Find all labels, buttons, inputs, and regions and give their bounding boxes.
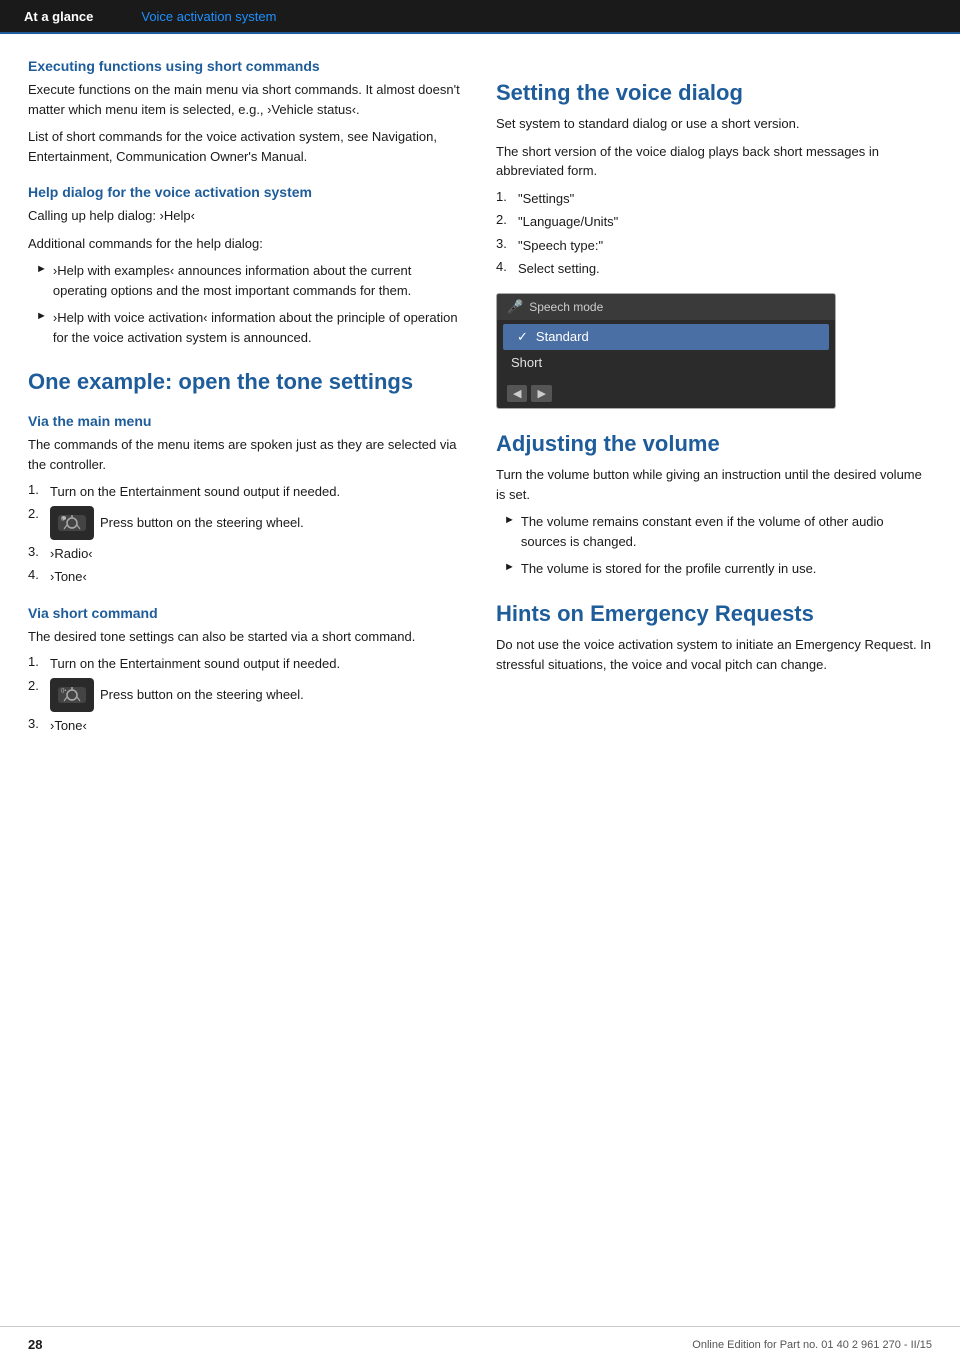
speech-mode-screenshot: 🎤 Speech mode ✓ Standard Short ◀ ▶ xyxy=(496,293,836,409)
help-bullet-2: ► ›Help with voice activation‹ informati… xyxy=(28,308,464,347)
main-step-1: 1. Turn on the Entertainment sound outpu… xyxy=(28,482,464,502)
main-step-1-num: 1. xyxy=(28,482,50,497)
short-step-3-text: ›Tone‹ xyxy=(50,716,87,736)
tab-voice-activation-system[interactable]: Voice activation system xyxy=(117,0,300,32)
left-column: Executing functions using short commands… xyxy=(28,58,464,743)
short-step-2-content: ((• Press button on the steering wheel. xyxy=(50,678,304,712)
executing-heading: Executing functions using short commands xyxy=(28,58,464,74)
help-dialog-p2: Additional commands for the help dialog: xyxy=(28,234,464,254)
check-icon: ✓ xyxy=(517,329,528,345)
speech-mode-short-label: Short xyxy=(511,355,542,370)
executing-p2: List of short commands for the voice act… xyxy=(28,127,464,166)
nav-left-button[interactable]: ◀ xyxy=(507,385,527,402)
volume-bullet-2: ► The volume is stored for the profile c… xyxy=(496,559,932,579)
main-step-3-text: ›Radio‹ xyxy=(50,544,93,564)
main-step-4-num: 4. xyxy=(28,567,50,582)
page-content: Executing functions using short commands… xyxy=(0,34,960,803)
main-step-2-content: ((• Press button on the steering wheel. xyxy=(50,506,304,540)
page-number: 28 xyxy=(28,1337,42,1352)
help-bullet-1: ► ›Help with examples‹ announces informa… xyxy=(28,261,464,300)
setting-voice-p1: Set system to standard dialog or use a s… xyxy=(496,114,932,134)
hints-p: Do not use the voice activation system t… xyxy=(496,635,932,674)
main-menu-steps: 1. Turn on the Entertainment sound outpu… xyxy=(28,482,464,587)
setting-step-4: 4. Select setting. xyxy=(496,259,932,279)
via-main-menu-heading: Via the main menu xyxy=(28,413,464,429)
short-step-2-num: 2. xyxy=(28,678,50,693)
setting-step-2: 2. "Language/Units" xyxy=(496,212,932,232)
svg-text:((•: ((• xyxy=(61,516,66,522)
setting-voice-heading: Setting the voice dialog xyxy=(496,80,932,106)
adjusting-volume-p: Turn the volume button while giving an i… xyxy=(496,465,932,504)
steering-wheel-icon: ((• xyxy=(50,506,94,540)
speech-mode-controls: ◀ ▶ xyxy=(497,379,835,408)
setting-steps: 1. "Settings" 2. "Language/Units" 3. "Sp… xyxy=(496,189,932,279)
via-short-command-heading: Via short command xyxy=(28,605,464,621)
main-step-3: 3. ›Radio‹ xyxy=(28,544,464,564)
bullet-arrow-1: ► xyxy=(36,263,47,275)
via-short-command-p: The desired tone settings can also be st… xyxy=(28,627,464,647)
setting-step-3-text: "Speech type:" xyxy=(518,236,603,256)
help-dialog-p1: Calling up help dialog: ›Help‹ xyxy=(28,206,464,226)
speech-mode-icon: 🎤 xyxy=(507,299,523,315)
bullet-arrow-2: ► xyxy=(36,310,47,322)
short-step-2-text: Press button on the steering wheel. xyxy=(100,685,304,705)
short-step-1-text: Turn on the Entertainment sound output i… xyxy=(50,654,340,674)
main-step-1-text: Turn on the Entertainment sound output i… xyxy=(50,482,340,502)
setting-step-3: 3. "Speech type:" xyxy=(496,236,932,256)
steering-wheel-icon-2: ((• xyxy=(50,678,94,712)
right-column: Setting the voice dialog Set system to s… xyxy=(496,58,932,743)
tab-at-a-glance[interactable]: At a glance xyxy=(0,0,117,32)
volume-bullet-arrow-2: ► xyxy=(504,561,515,573)
setting-step-4-text: Select setting. xyxy=(518,259,600,279)
setting-step-2-text: "Language/Units" xyxy=(518,212,618,232)
page-header: At a glance Voice activation system xyxy=(0,0,960,32)
setting-step-1: 1. "Settings" xyxy=(496,189,932,209)
volume-bullet-1-text: The volume remains constant even if the … xyxy=(521,512,932,551)
volume-bullet-1: ► The volume remains constant even if th… xyxy=(496,512,932,551)
help-dialog-heading: Help dialog for the voice activation sys… xyxy=(28,184,464,200)
speech-mode-short-row[interactable]: Short xyxy=(497,350,835,375)
via-main-menu-p: The commands of the menu items are spoke… xyxy=(28,435,464,474)
speech-mode-standard-label: Standard xyxy=(536,329,589,344)
short-step-3: 3. ›Tone‹ xyxy=(28,716,464,736)
main-step-4: 4. ›Tone‹ xyxy=(28,567,464,587)
volume-bullet-2-text: The volume is stored for the profile cur… xyxy=(521,559,817,579)
volume-bullet-arrow-1: ► xyxy=(504,514,515,526)
setting-voice-p2: The short version of the voice dialog pl… xyxy=(496,142,932,181)
page-footer: 28 Online Edition for Part no. 01 40 2 9… xyxy=(0,1326,960,1362)
speech-mode-options: ✓ Standard Short xyxy=(497,320,835,379)
setting-step-2-num: 2. xyxy=(496,212,518,227)
setting-step-3-num: 3. xyxy=(496,236,518,251)
short-step-1-num: 1. xyxy=(28,654,50,669)
setting-step-1-num: 1. xyxy=(496,189,518,204)
nav-right-button[interactable]: ▶ xyxy=(531,385,551,402)
help-bullet-2-text: ›Help with voice activation‹ information… xyxy=(53,308,464,347)
speech-mode-header-label: Speech mode xyxy=(529,300,603,314)
main-step-2: 2. ((• Press button on the st xyxy=(28,506,464,540)
main-step-2-num: 2. xyxy=(28,506,50,521)
setting-step-4-num: 4. xyxy=(496,259,518,274)
main-step-4-text: ›Tone‹ xyxy=(50,567,87,587)
short-step-3-num: 3. xyxy=(28,716,50,731)
speech-mode-standard-row[interactable]: ✓ Standard xyxy=(503,324,829,350)
speech-mode-header: 🎤 Speech mode xyxy=(497,294,835,320)
setting-step-1-text: "Settings" xyxy=(518,189,574,209)
main-step-3-num: 3. xyxy=(28,544,50,559)
svg-text:((•: ((• xyxy=(61,688,66,694)
footer-info-text: Online Edition for Part no. 01 40 2 961 … xyxy=(692,1339,932,1351)
executing-p1: Execute functions on the main menu via s… xyxy=(28,80,464,119)
tone-heading: One example: open the tone settings xyxy=(28,369,464,395)
main-step-2-text: Press button on the steering wheel. xyxy=(100,513,304,533)
adjusting-volume-heading: Adjusting the volume xyxy=(496,431,932,457)
short-command-steps: 1. Turn on the Entertainment sound outpu… xyxy=(28,654,464,735)
hints-heading: Hints on Emergency Requests xyxy=(496,601,932,627)
short-step-2: 2. ((• Press button on the steering whee… xyxy=(28,678,464,712)
help-bullet-1-text: ›Help with examples‹ announces informati… xyxy=(53,261,464,300)
short-step-1: 1. Turn on the Entertainment sound outpu… xyxy=(28,654,464,674)
